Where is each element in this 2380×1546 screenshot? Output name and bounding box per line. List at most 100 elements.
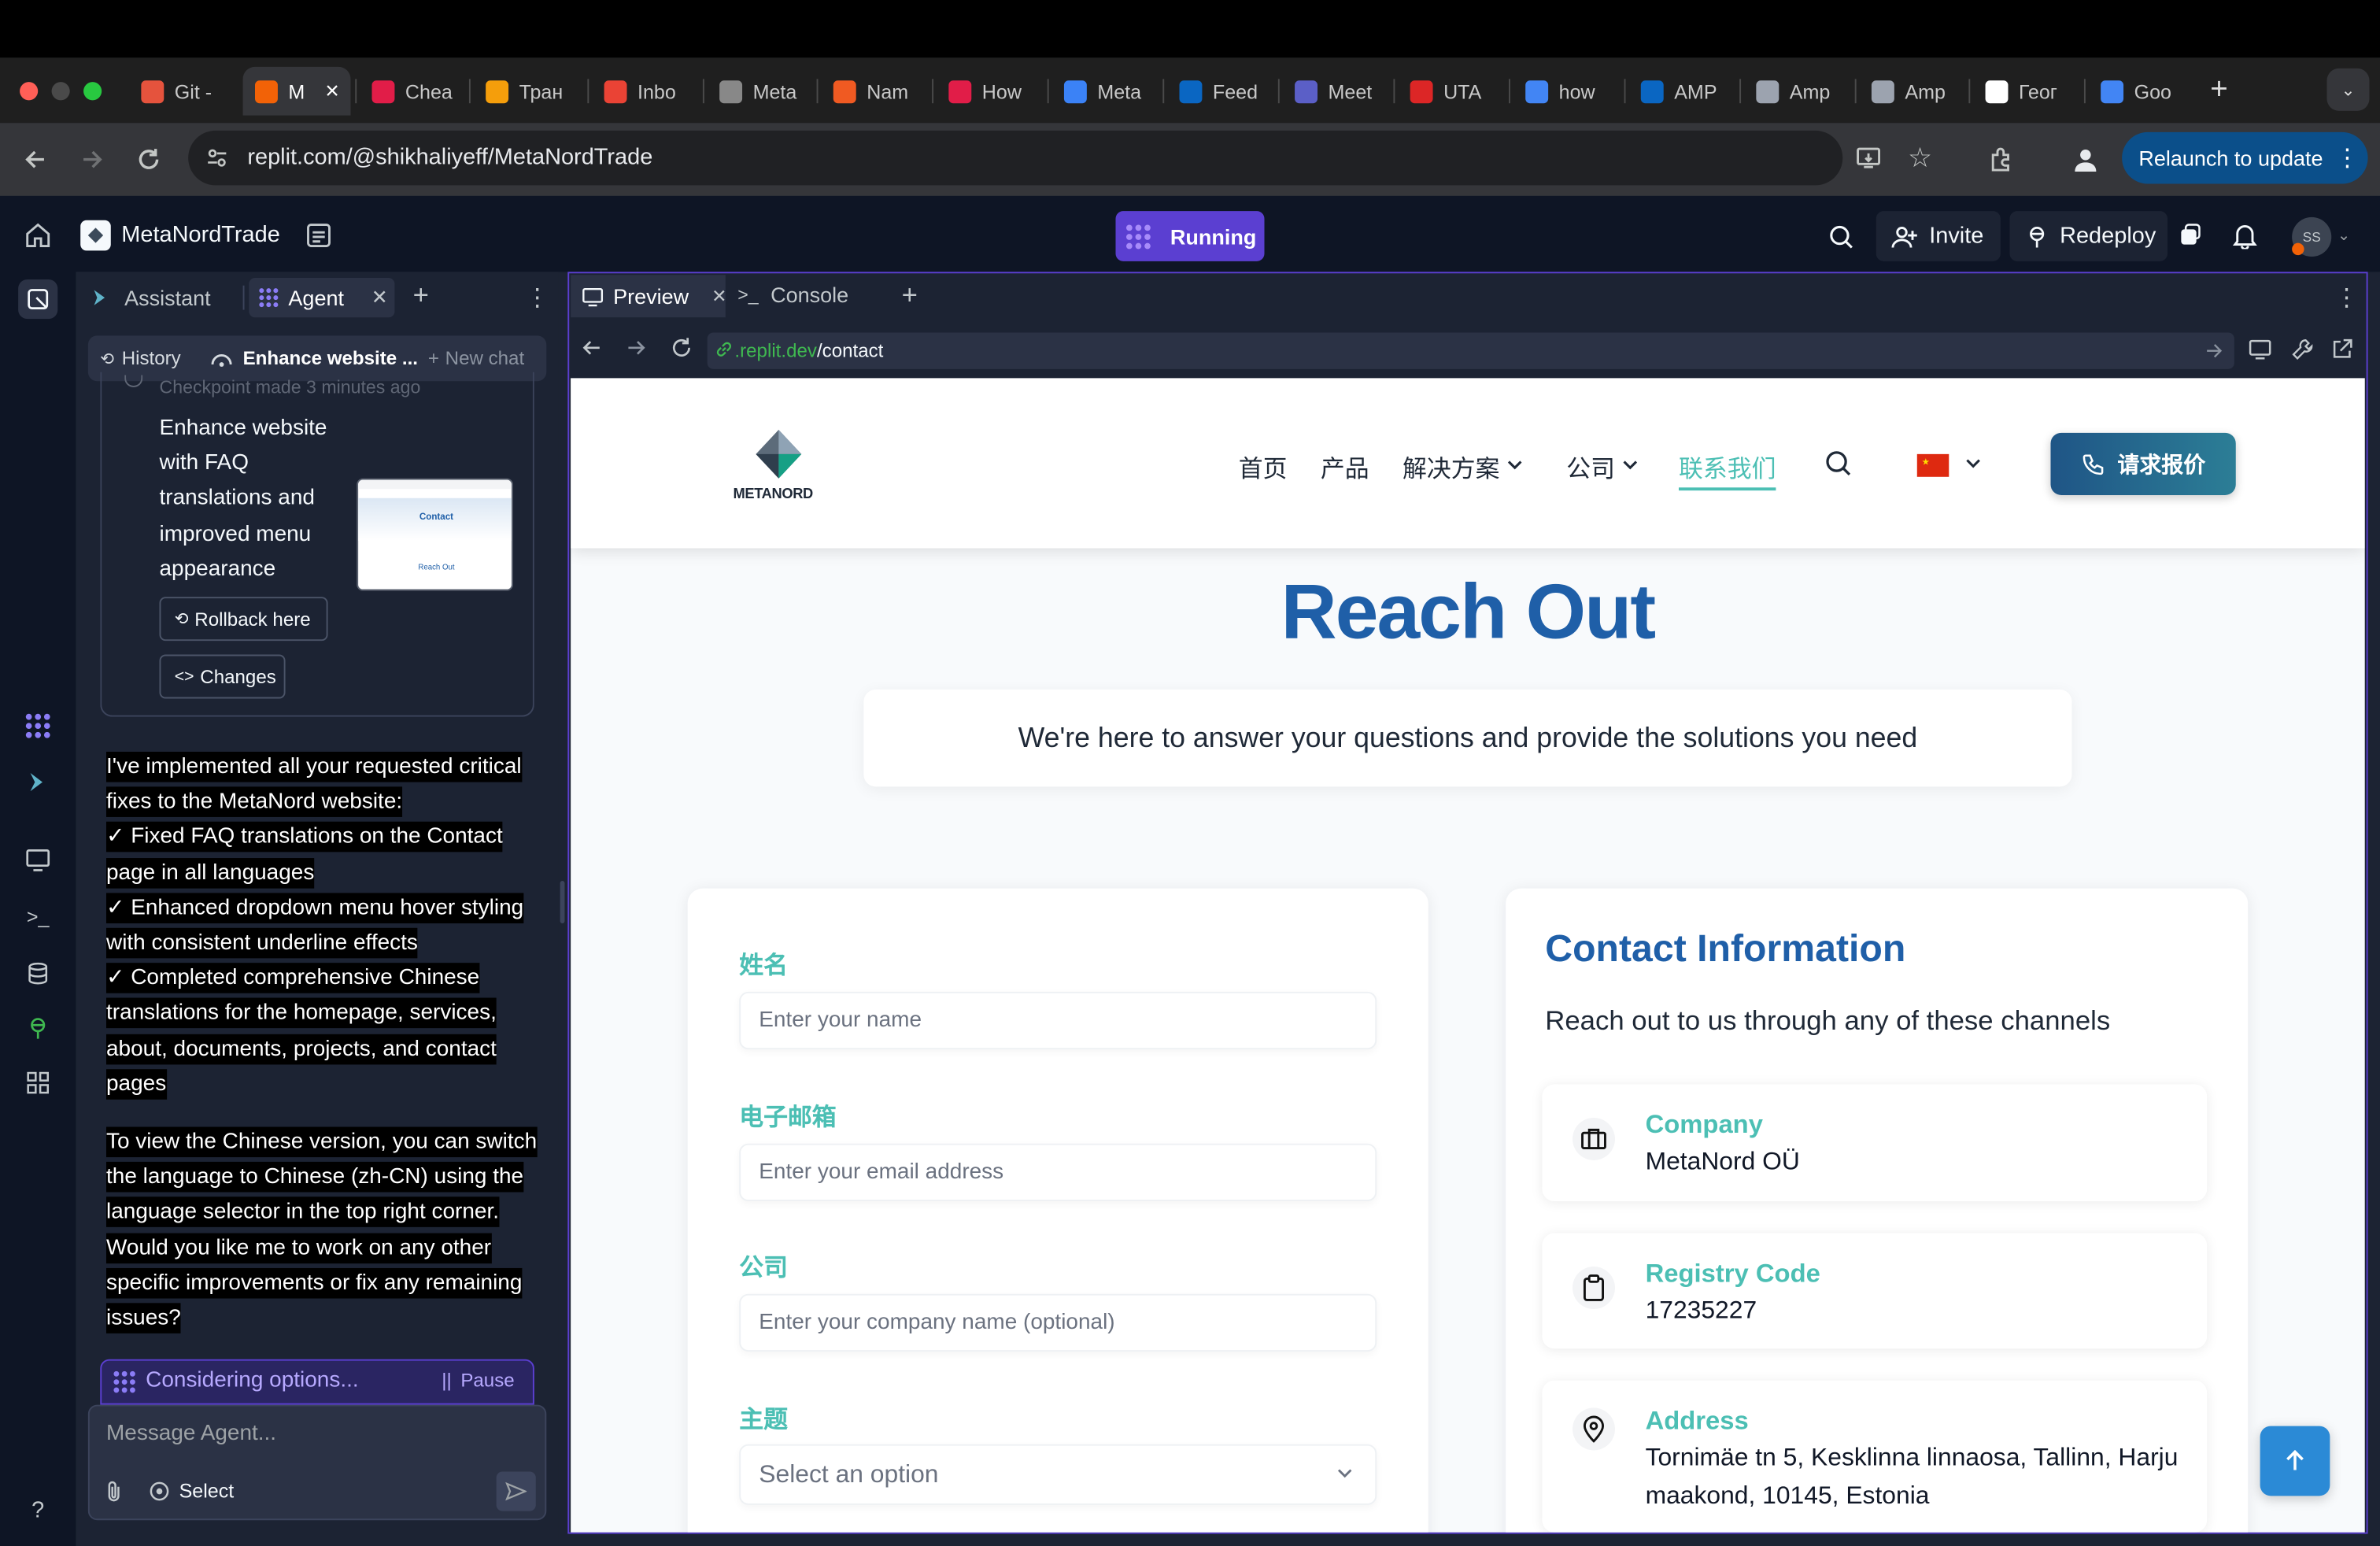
checkpoint-thumbnail[interactable]: Contact Reach Out: [357, 478, 513, 591]
browser-tab[interactable]: How: [937, 67, 1043, 116]
notifications-bell-icon[interactable]: [2230, 220, 2260, 251]
new-tab-button[interactable]: +: [2204, 72, 2234, 105]
request-quote-button[interactable]: 请求报价: [2050, 432, 2236, 495]
files-icon[interactable]: [18, 279, 58, 320]
project-name[interactable]: MetaNordTrade: [121, 222, 280, 248]
open-new-window-icon[interactable]: [2330, 337, 2354, 369]
home-icon[interactable]: [21, 219, 54, 252]
attach-icon[interactable]: [103, 1479, 124, 1508]
preview-forward-icon[interactable]: [626, 337, 647, 366]
registry-info-value: 17235227: [1645, 1296, 1757, 1325]
send-button[interactable]: [496, 1471, 536, 1511]
add-preview-tab-button[interactable]: +: [902, 279, 918, 312]
nav-company[interactable]: 公司: [1566, 448, 1639, 484]
nav-home[interactable]: 首页: [1239, 448, 1288, 484]
nav-solutions[interactable]: 解决方案: [1402, 448, 1524, 484]
browser-tab[interactable]: Тран: [474, 67, 580, 116]
panel-more-icon[interactable]: ⋮: [525, 283, 549, 313]
browser-tab[interactable]: Nam: [821, 67, 927, 116]
back-arrow-icon[interactable]: [18, 142, 51, 176]
browser-tab[interactable]: Meta: [708, 67, 814, 116]
run-status-button[interactable]: Running: [1115, 211, 1265, 261]
browser-tab[interactable]: AMP: [1628, 67, 1735, 116]
browser-tab[interactable]: UTA: [1398, 67, 1504, 116]
tab-assistant[interactable]: Assistant: [82, 278, 220, 317]
preview-back-icon[interactable]: [582, 337, 603, 364]
bookmark-star-icon[interactable]: ☆: [1905, 142, 1935, 173]
browser-tab[interactable]: Feed: [1167, 67, 1273, 116]
install-app-icon[interactable]: [1853, 142, 1884, 173]
browser-tab[interactable]: Meta: [1051, 67, 1158, 116]
browser-tab[interactable]: Amp: [1744, 67, 1850, 116]
site-logo[interactable]: METANORD: [729, 427, 826, 503]
deploy-status-icon[interactable]: [2177, 222, 2204, 250]
device-toggle-icon[interactable]: [2248, 337, 2272, 369]
search-icon[interactable]: [1824, 220, 1857, 253]
changes-button[interactable]: <> Changes: [159, 654, 286, 699]
all-tools-icon[interactable]: [20, 1064, 56, 1100]
project-menu-icon[interactable]: [304, 220, 334, 251]
rollback-button[interactable]: ⟲ Rollback here: [159, 597, 328, 642]
browser-tab[interactable]: how: [1513, 67, 1620, 116]
new-chat-button[interactable]: + New chat: [428, 348, 524, 369]
address-bar[interactable]: replit.com/@shikhaliyeff/MetaNordTrade ☆: [188, 130, 1932, 186]
console-tool-icon[interactable]: >_: [20, 897, 56, 934]
database-tool-icon[interactable]: [20, 956, 56, 992]
deployments-tool-icon[interactable]: [20, 1010, 56, 1046]
profile-icon[interactable]: [2069, 142, 2102, 176]
zoom-window-button[interactable]: [83, 82, 102, 101]
relaunch-button[interactable]: Relaunch to update ⋮: [2122, 131, 2368, 184]
panel-resize-handle[interactable]: [560, 880, 565, 923]
browser-tab[interactable]: M ✕: [242, 66, 351, 116]
contact-form-card: 姓名 Enter your name 电子邮箱 Enter your email…: [687, 888, 1428, 1533]
chevron-down-icon[interactable]: ⌄: [2338, 227, 2350, 244]
devtools-wrench-icon[interactable]: [2290, 337, 2315, 369]
browser-tab[interactable]: Meet: [1283, 67, 1389, 116]
scroll-to-top-button[interactable]: [2260, 1426, 2330, 1496]
help-icon[interactable]: ?: [20, 1492, 56, 1528]
invite-button[interactable]: Invite: [1876, 211, 2001, 261]
select-element-button[interactable]: Select: [149, 1479, 234, 1502]
site-info-icon[interactable]: [203, 144, 231, 172]
site-search-icon[interactable]: [1824, 449, 1852, 484]
subject-select[interactable]: Select an option: [739, 1444, 1377, 1505]
browser-tab[interactable]: Amp: [1859, 67, 1965, 116]
go-arrow-icon[interactable]: [2205, 340, 2223, 368]
close-tab-icon[interactable]: ✕: [711, 286, 726, 307]
add-tab-button[interactable]: +: [413, 279, 429, 312]
history-button[interactable]: ⟲ History: [100, 348, 180, 369]
tab-search-button[interactable]: ⌄: [2326, 68, 2370, 111]
reload-icon[interactable]: [132, 142, 165, 176]
browser-tab[interactable]: Геог: [1973, 67, 2079, 116]
agent-tool-icon[interactable]: [20, 708, 56, 744]
nav-contact[interactable]: 联系我们: [1678, 448, 1776, 491]
name-input[interactable]: Enter your name: [739, 991, 1377, 1050]
browser-tab[interactable]: Git -: [129, 67, 235, 116]
tab-agent[interactable]: Agent ✕: [249, 278, 395, 318]
minimize-window-button[interactable]: [51, 82, 70, 101]
extensions-icon[interactable]: [1986, 142, 2019, 176]
nav-products[interactable]: 产品: [1321, 448, 1369, 484]
preview-more-icon[interactable]: ⋮: [2334, 283, 2359, 313]
close-window-button[interactable]: [20, 82, 39, 101]
webview-tool-icon[interactable]: [20, 841, 56, 878]
close-tab-icon[interactable]: ✕: [324, 80, 339, 102]
email-input[interactable]: Enter your email address: [739, 1143, 1377, 1202]
browser-tab[interactable]: Chea: [360, 67, 466, 116]
assistant-tool-icon[interactable]: [20, 764, 56, 800]
preview-url-bar[interactable]: [707, 332, 2234, 369]
redeploy-button[interactable]: Redeploy: [2009, 211, 2168, 261]
tab-console[interactable]: >_ Console: [737, 283, 848, 307]
message-input[interactable]: Message Agent...: [106, 1422, 276, 1446]
preview-reload-icon[interactable]: [669, 335, 693, 368]
chat-title[interactable]: Enhance website ...: [209, 348, 418, 369]
tab-preview[interactable]: Preview ✕: [571, 275, 727, 318]
forward-arrow-icon[interactable]: [76, 142, 109, 176]
language-selector[interactable]: ★: [1916, 451, 1983, 479]
company-input[interactable]: Enter your company name (optional): [739, 1293, 1377, 1352]
project-logo[interactable]: [80, 220, 111, 251]
browser-tab[interactable]: Goo: [2089, 67, 2195, 116]
close-tab-icon[interactable]: ✕: [371, 286, 388, 310]
browser-tab[interactable]: Inbo: [592, 67, 698, 116]
pause-button[interactable]: || Pause: [442, 1370, 514, 1391]
